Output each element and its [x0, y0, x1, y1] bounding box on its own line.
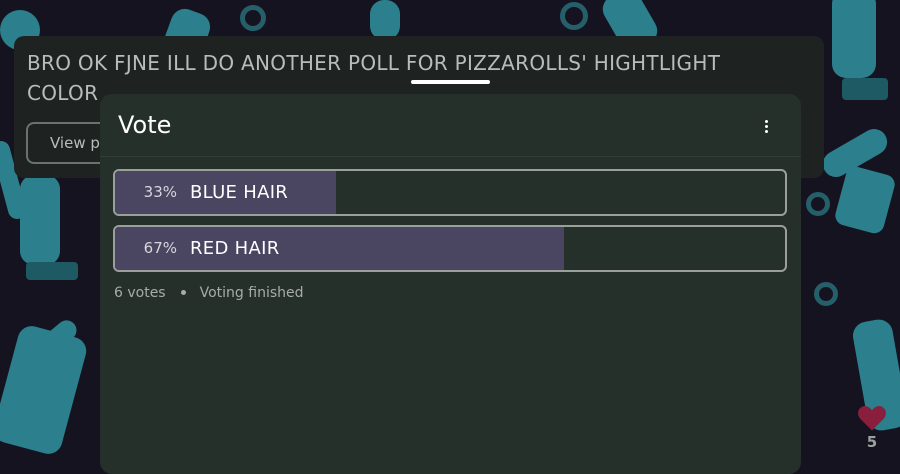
- more-options-icon[interactable]: [752, 112, 780, 140]
- poll-option-label: BLUE HAIR: [190, 182, 289, 203]
- vote-title: Vote: [118, 111, 172, 139]
- drag-handle[interactable]: [411, 80, 490, 84]
- heart-icon: [858, 406, 886, 431]
- poll-option-fill: [115, 227, 564, 270]
- vote-summary: 6 votes Voting finished: [114, 283, 304, 303]
- vote-header: Vote: [100, 94, 801, 157]
- poll-option-percent: 67%: [143, 239, 177, 257]
- like-count: 5: [866, 433, 878, 451]
- voting-status: Voting finished: [199, 285, 304, 301]
- vote-count: 6 votes: [114, 285, 166, 301]
- separator-dot: [180, 289, 186, 295]
- poll-option-blue-hair[interactable]: 33% BLUE HAIR: [113, 169, 787, 216]
- poll-option-label: RED HAIR: [190, 238, 280, 259]
- poll-option-red-hair[interactable]: 67% RED HAIR: [113, 225, 787, 272]
- like-button[interactable]: 5: [856, 404, 888, 450]
- vote-panel: Vote 33% BLUE HAIR 67% RED HAIR 6 votes V…: [100, 94, 801, 474]
- poll-option-percent: 33%: [143, 183, 177, 201]
